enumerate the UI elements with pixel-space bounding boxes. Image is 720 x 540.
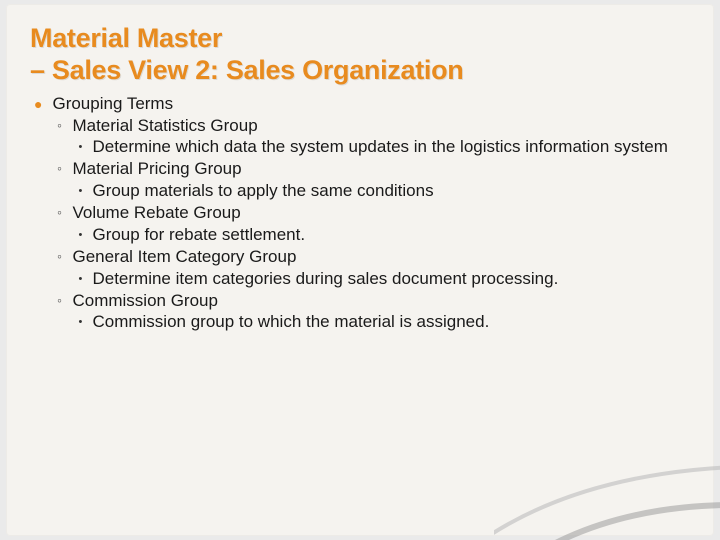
list-item: ◦ General Item Category Group • Determin… — [52, 246, 696, 290]
list-item: ◦ Volume Rebate Group • Group for rebate… — [52, 202, 696, 246]
group-desc: Group materials to apply the same condit… — [92, 180, 696, 202]
group-name: Material Statistics Group — [72, 115, 696, 137]
section-heading: Grouping Terms — [52, 93, 696, 115]
dot-bullet-icon: • — [76, 224, 84, 246]
list-item: • Group materials to apply the same cond… — [72, 180, 696, 202]
group-desc: Commission group to which the material i… — [92, 311, 696, 333]
ring-bullet-icon: ◦ — [54, 115, 64, 159]
ring-bullet-icon: ◦ — [54, 290, 64, 334]
list-item: ◦ Material Statistics Group • Determine … — [52, 115, 696, 159]
dot-bullet-icon: • — [76, 136, 84, 158]
ring-bullet-icon: ◦ — [54, 246, 64, 290]
group-desc: Determine which data the system updates … — [92, 136, 696, 158]
title-line-1: Material Master — [30, 23, 222, 53]
title-line-2: – Sales View 2: Sales Organization — [30, 55, 464, 85]
group-name: Material Pricing Group — [72, 158, 696, 180]
slide-content: ● Grouping Terms ◦ Material Statistics G… — [30, 93, 696, 334]
group-name: Volume Rebate Group — [72, 202, 696, 224]
list-item: • Commission group to which the material… — [72, 311, 696, 333]
list-item: ● Grouping Terms ◦ Material Statistics G… — [34, 93, 696, 334]
ring-bullet-icon: ◦ — [54, 202, 64, 246]
dot-bullet-icon: • — [76, 268, 84, 290]
slide: Material Master – Sales View 2: Sales Or… — [6, 4, 714, 536]
dot-bullet-icon: • — [76, 311, 84, 333]
list-item: • Group for rebate settlement. — [72, 224, 696, 246]
group-name: General Item Category Group — [72, 246, 696, 268]
dot-bullet-icon: • — [76, 180, 84, 202]
group-desc: Determine item categories during sales d… — [92, 268, 696, 290]
group-desc: Group for rebate settlement. — [92, 224, 696, 246]
slide-title: Material Master – Sales View 2: Sales Or… — [30, 22, 696, 87]
list-item: • Determine which data the system update… — [72, 136, 696, 158]
group-name: Commission Group — [72, 290, 696, 312]
list-item: ◦ Commission Group • Commission group to… — [52, 290, 696, 334]
decorative-swoosh-icon — [494, 406, 720, 540]
list-item: ◦ Material Pricing Group • Group materia… — [52, 158, 696, 202]
ring-bullet-icon: ◦ — [54, 158, 64, 202]
list-item: • Determine item categories during sales… — [72, 268, 696, 290]
bullet-icon: ● — [34, 93, 42, 334]
